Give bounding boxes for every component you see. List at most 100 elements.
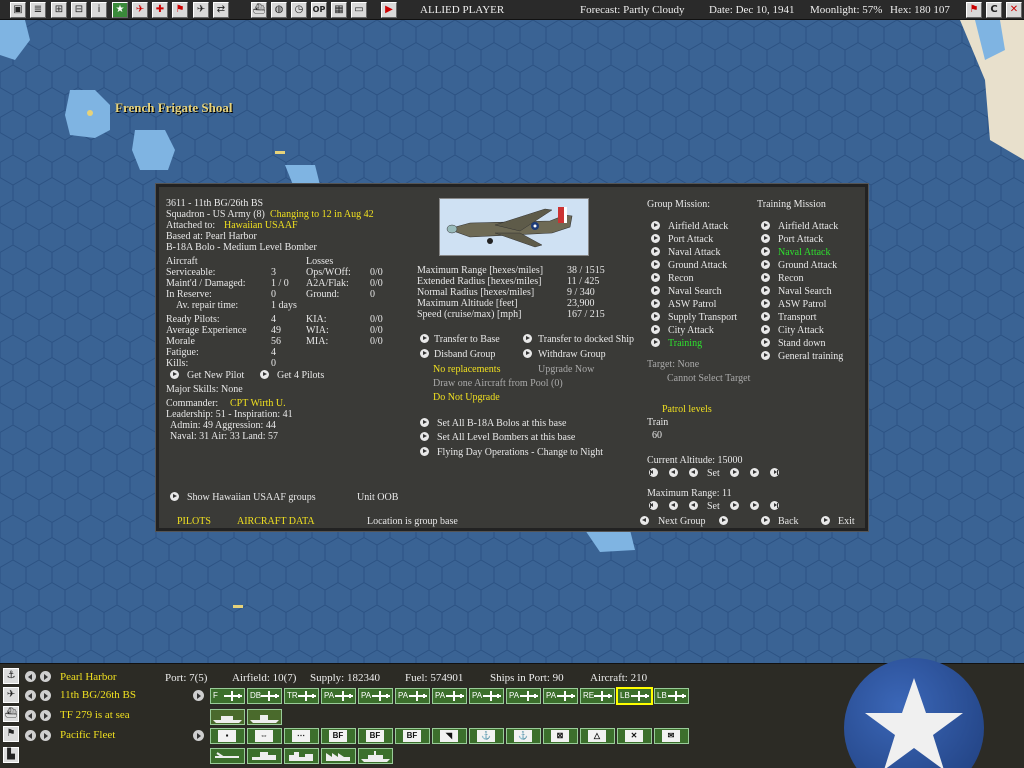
training-item[interactable]: ASW Patrol — [778, 299, 826, 310]
next-fleet-icon[interactable] — [40, 730, 51, 741]
patrol-levels-button[interactable]: Patrol levels — [662, 404, 712, 415]
training-item[interactable]: Port Attack — [778, 234, 823, 245]
plane-icon[interactable]: ✈ — [193, 2, 209, 18]
anchor-icon[interactable]: ⚓ — [3, 668, 19, 684]
mission-item[interactable]: Supply Transport — [668, 312, 737, 323]
command-button[interactable]: ▪ — [210, 728, 245, 744]
commander-value[interactable]: CPT Wirth U. — [230, 398, 286, 409]
altitude-up-icon[interactable] — [730, 468, 739, 477]
command-button[interactable]: BF — [358, 728, 393, 744]
back-button[interactable]: Back — [778, 516, 799, 527]
globe-icon[interactable]: ◍ — [271, 2, 287, 18]
training-arrow-icon[interactable] — [761, 351, 770, 360]
training-arrow-icon[interactable] — [761, 234, 770, 243]
unit-type-button[interactable] — [321, 748, 356, 764]
flag-toggle-icon[interactable]: ⚑ — [966, 2, 982, 18]
mission-arrow-icon[interactable] — [651, 325, 660, 334]
range-up-fast-icon[interactable] — [750, 501, 759, 510]
training-arrow-icon[interactable] — [761, 260, 770, 269]
training-item-selected[interactable]: Naval Attack — [778, 247, 830, 258]
set-all-bombers-button[interactable]: Set All Level Bombers at this base — [437, 432, 575, 443]
mission-arrow-icon[interactable] — [651, 221, 660, 230]
group-expand-icon[interactable] — [193, 690, 204, 701]
training-arrow-icon[interactable] — [761, 338, 770, 347]
mission-arrow-icon[interactable] — [651, 286, 660, 295]
training-arrow-icon[interactable] — [761, 273, 770, 282]
tf-ship-button[interactable] — [247, 709, 282, 725]
chart-icon[interactable]: ▙ — [3, 747, 19, 763]
altitude-min-icon[interactable] — [649, 468, 658, 477]
mission-arrow-icon[interactable] — [651, 299, 660, 308]
aircraft-button[interactable]: PA — [543, 688, 578, 704]
reports-icon[interactable]: ≣ — [30, 2, 46, 18]
altitude-down-fast-icon[interactable] — [669, 468, 678, 477]
altitude-set-button[interactable]: Set — [707, 468, 720, 479]
star-icon[interactable]: ★ — [112, 2, 128, 18]
training-arrow-icon[interactable] — [761, 325, 770, 334]
command-button[interactable]: △ — [580, 728, 615, 744]
aircraft-button[interactable]: PA — [321, 688, 356, 704]
unit-type-button[interactable] — [210, 748, 245, 764]
mission-item[interactable]: Airfield Attack — [668, 221, 728, 232]
set-bolos-arrow-icon[interactable] — [420, 418, 429, 427]
air-icon[interactable]: ✈ — [132, 2, 148, 18]
get-4-pilots-arrow-icon[interactable] — [260, 370, 269, 379]
mission-arrow-icon[interactable] — [651, 338, 660, 347]
command-button[interactable]: BF — [321, 728, 356, 744]
grid-icon[interactable]: ▦ — [331, 2, 347, 18]
aircraft-button-selected[interactable]: LB — [616, 687, 653, 705]
command-button[interactable]: ⋯ — [284, 728, 319, 744]
next-group-icon[interactable] — [719, 516, 728, 525]
command-button[interactable]: ✕ — [617, 728, 652, 744]
aircraft-button[interactable]: DB — [247, 688, 282, 704]
training-arrow-icon[interactable] — [761, 299, 770, 308]
mission-arrow-icon[interactable] — [651, 247, 660, 256]
aircraft-button[interactable]: RE — [580, 688, 615, 704]
altitude-down-icon[interactable] — [689, 468, 698, 477]
range-down-icon[interactable] — [689, 501, 698, 510]
transfer-ship-arrow-icon[interactable] — [523, 334, 532, 343]
show-groups-button[interactable]: Show Hawaiian USAAF groups — [187, 492, 316, 503]
tab-pilots[interactable]: PILOTS — [177, 516, 211, 527]
next-base-icon[interactable] — [40, 671, 51, 682]
command-button[interactable]: ◥ — [432, 728, 467, 744]
mission-arrow-icon[interactable] — [651, 260, 660, 269]
no-replacements-button[interactable]: No replacements — [433, 364, 500, 375]
aircraft-button[interactable]: PA — [506, 688, 541, 704]
base-name[interactable]: Pearl Harbor — [60, 671, 117, 683]
back-arrow-icon[interactable] — [761, 516, 770, 525]
flag-icon[interactable]: ⚑ — [172, 2, 188, 18]
op-button[interactable]: OP — [311, 2, 327, 18]
ship-icon[interactable]: ⛴ — [251, 2, 267, 18]
prev-base-icon[interactable] — [25, 671, 36, 682]
training-arrow-icon[interactable] — [761, 247, 770, 256]
training-item[interactable]: City Attack — [778, 325, 824, 336]
do-not-upgrade-button[interactable]: Do Not Upgrade — [433, 392, 500, 403]
transfer-ship-button[interactable]: Transfer to docked Ship — [538, 334, 634, 345]
disband-arrow-icon[interactable] — [420, 349, 429, 358]
unit-type-button[interactable] — [284, 748, 319, 764]
training-item[interactable]: Recon — [778, 273, 804, 284]
prev-tf-icon[interactable] — [25, 710, 36, 721]
next-group-button[interactable]: Next Group — [658, 516, 706, 527]
command-button[interactable]: ⚓ — [506, 728, 541, 744]
range-set-button[interactable]: Set — [707, 501, 720, 512]
training-item[interactable]: General training — [778, 351, 843, 362]
tab-aircraft-data[interactable]: AIRCRAFT DATA — [237, 516, 315, 527]
aircraft-button[interactable]: LB — [654, 688, 689, 704]
command-button[interactable]: ⇔ — [247, 728, 282, 744]
training-item[interactable]: Ground Attack — [778, 260, 837, 271]
altitude-up-fast-icon[interactable] — [750, 468, 759, 477]
mission-item[interactable]: Naval Attack — [668, 247, 720, 258]
fleet-flag-icon[interactable]: ⚑ — [3, 726, 19, 742]
aircraft-button[interactable]: PA — [432, 688, 467, 704]
range-up-icon[interactable] — [730, 501, 739, 510]
training-item[interactable]: Airfield Attack — [778, 221, 838, 232]
menu-icon[interactable]: ▣ — [10, 2, 26, 18]
fleet-expand-icon[interactable] — [193, 730, 204, 741]
set-bombers-arrow-icon[interactable] — [420, 432, 429, 441]
flying-ops-button[interactable]: Flying Day Operations - Change to Night — [437, 447, 603, 458]
training-arrow-icon[interactable] — [761, 221, 770, 230]
fleet-name[interactable]: Pacific Fleet — [60, 729, 115, 741]
units-icon[interactable]: ⊟ — [71, 2, 87, 18]
